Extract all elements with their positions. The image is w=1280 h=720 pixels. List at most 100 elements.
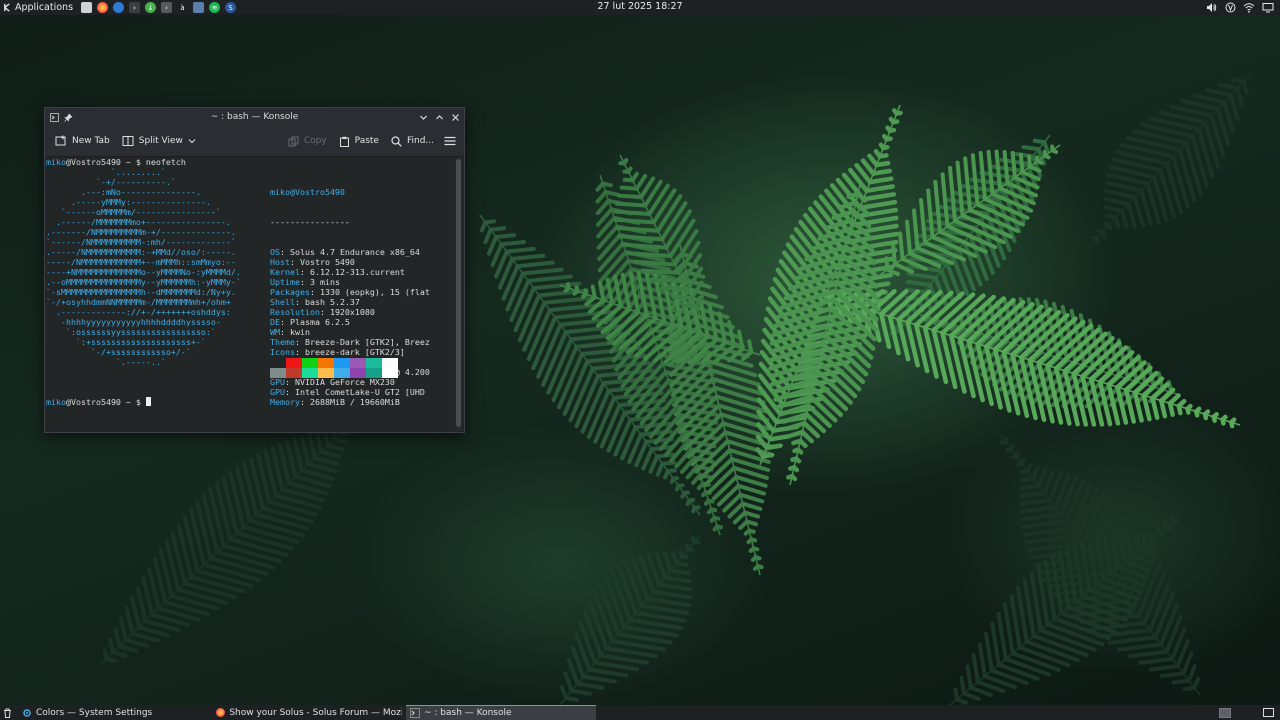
system-info-line: Resolution: 1920x1080: [270, 307, 375, 317]
palette-swatch: [302, 368, 318, 378]
volume-icon[interactable]: [1205, 1, 1217, 13]
new-tab-icon: [55, 135, 66, 146]
copy-button[interactable]: Copy: [282, 130, 333, 152]
palette-swatch: [350, 358, 366, 368]
system-info-line: Packages: 1330 (eopkg), 15 (flat: [270, 287, 430, 297]
system-info-line: WM: kwin: [270, 327, 310, 337]
display-icon[interactable]: [1262, 1, 1274, 13]
pager-desktop-1[interactable]: [1217, 705, 1233, 720]
system-info-line: Host: Vostro 5490: [270, 257, 355, 267]
vpn-icon[interactable]: [1224, 1, 1236, 13]
settings-icon: [22, 708, 32, 718]
scrollbar-thumb[interactable]: [456, 159, 461, 427]
steam-icon[interactable]: S: [225, 2, 237, 13]
color-palette: [270, 358, 398, 378]
system-info-block: miko@Vostro5490 ---------------- OS: Sol…: [270, 167, 430, 427]
fern-frond: [99, 394, 381, 666]
konsole-toolbar: New Tab Split View Copy Paste Find...: [45, 126, 464, 157]
wifi-icon[interactable]: [1243, 1, 1255, 13]
maximize-button[interactable]: [433, 111, 445, 123]
top-panel: Applications › ↓ › à ≋ S 27 lut 2025 18:…: [0, 0, 1280, 15]
fern-frond: [879, 144, 1061, 277]
terminal-view[interactable]: miko@Vostro5490 ~ $ neofetch `.........`…: [45, 157, 452, 431]
separator-line: ----------------: [270, 217, 350, 227]
pin-icon[interactable]: [63, 112, 73, 122]
launcher-label: Applications: [15, 2, 74, 13]
app-grid-icon[interactable]: [193, 2, 205, 13]
fern-frond: [559, 534, 701, 705]
palette-swatch: [318, 368, 334, 378]
active-prompt-line: miko@Vostro5490 ~ $: [46, 397, 151, 407]
window-menu-icon[interactable]: [49, 112, 59, 122]
palette-swatch: [318, 358, 334, 368]
system-info-line: Kernel: 6.12.12-313.current: [270, 267, 405, 277]
file-manager-icon[interactable]: [81, 2, 93, 13]
window-title: ~ : bash — Konsole: [210, 112, 299, 122]
palette-swatch: [270, 358, 286, 368]
find-button[interactable]: Find...: [385, 130, 440, 152]
trash-icon: [4, 708, 11, 718]
show-desktop-icon: [1263, 708, 1274, 717]
split-view-button[interactable]: Split View: [116, 130, 202, 152]
command-prompt-line: miko@Vostro5490 ~ $ neofetch: [46, 157, 186, 167]
hamburger-menu-button[interactable]: [440, 130, 464, 152]
desktop-pager-icon: [1219, 707, 1231, 718]
palette-swatch: [382, 368, 398, 378]
palette-swatch: [286, 368, 302, 378]
new-tab-button[interactable]: New Tab: [49, 130, 116, 152]
browser-icon[interactable]: [113, 2, 125, 13]
quick-launch-bar: › ↓ › à ≋ S: [81, 2, 237, 13]
spotify-icon[interactable]: ≋: [209, 2, 221, 13]
download-icon[interactable]: ↓: [145, 2, 157, 13]
taskbar: Colors — System Settings Show your Solus …: [0, 705, 1280, 720]
text-cursor: [145, 397, 151, 406]
system-info-line: Shell: bash 5.2.37: [270, 297, 360, 307]
kde-logo-icon: [4, 3, 10, 12]
copy-icon: [288, 136, 299, 146]
taskbar-task[interactable]: Colors — System Settings: [18, 705, 212, 720]
taskbar-task[interactable]: ~ : bash — Konsole: [406, 705, 596, 720]
close-button[interactable]: [449, 111, 461, 123]
firefox-icon[interactable]: [97, 2, 109, 13]
search-icon: [391, 135, 402, 147]
fern-frond: [559, 270, 761, 365]
console-icon[interactable]: ›: [161, 2, 173, 13]
palette-swatch: [334, 358, 350, 368]
terminal-scrollbar[interactable]: [455, 157, 462, 431]
system-info-line: DE: Plasma 6.2.5: [270, 317, 350, 327]
palette-swatch: [302, 358, 318, 368]
fern-frond: [949, 514, 1181, 705]
window-titlebar[interactable]: ~ : bash — Konsole: [45, 108, 464, 126]
palette-swatch: [350, 368, 366, 378]
system-info-line: GPU: NVIDIA GeForce MX230: [270, 377, 395, 387]
trash-applet[interactable]: [0, 705, 18, 720]
text-icon[interactable]: à: [177, 2, 188, 13]
palette-swatch: [286, 358, 302, 368]
paste-icon: [339, 136, 349, 147]
system-info-line: Memory: 2688MiB / 19660MiB: [270, 397, 400, 407]
distro-ascii-logo: `.........` `-+/----------.` .---:mNo---…: [46, 167, 241, 367]
user-host-line: miko@Vostro5490: [270, 187, 345, 197]
system-tray: [1205, 1, 1274, 13]
chevron-down-icon: [188, 139, 196, 144]
terminal-icon[interactable]: ›: [129, 2, 141, 13]
firefox-icon: [216, 708, 226, 718]
minimize-button[interactable]: [417, 111, 429, 123]
paste-button[interactable]: Paste: [333, 130, 385, 152]
split-view-icon: [122, 136, 134, 146]
system-info-line: GPU: Intel CometLake-U GT2 [UHD: [270, 387, 425, 397]
palette-swatch: [366, 358, 382, 368]
system-info-line: OS: Solus 4.7 Endurance x86_64: [270, 247, 420, 257]
terminal-icon: [410, 708, 420, 718]
application-launcher[interactable]: Applications: [0, 0, 73, 15]
system-info-line: Icons: breeze-dark [GTK2/3]: [270, 347, 405, 357]
clock[interactable]: 27 lut 2025 18:27: [597, 1, 682, 12]
palette-swatch: [334, 368, 350, 378]
konsole-window: ~ : bash — Konsole New Tab Split View Co…: [44, 107, 465, 433]
palette-swatch: [382, 358, 398, 368]
system-info-line: Uptime: 3 mins: [270, 277, 340, 287]
fern-frond: [1089, 74, 1251, 246]
system-info-line: Theme: Breeze-Dark [GTK2], Breez: [270, 337, 430, 347]
taskbar-task[interactable]: Show your Solus - Solus Forum — Mozil...: [212, 705, 406, 720]
show-desktop-button[interactable]: [1257, 705, 1280, 720]
